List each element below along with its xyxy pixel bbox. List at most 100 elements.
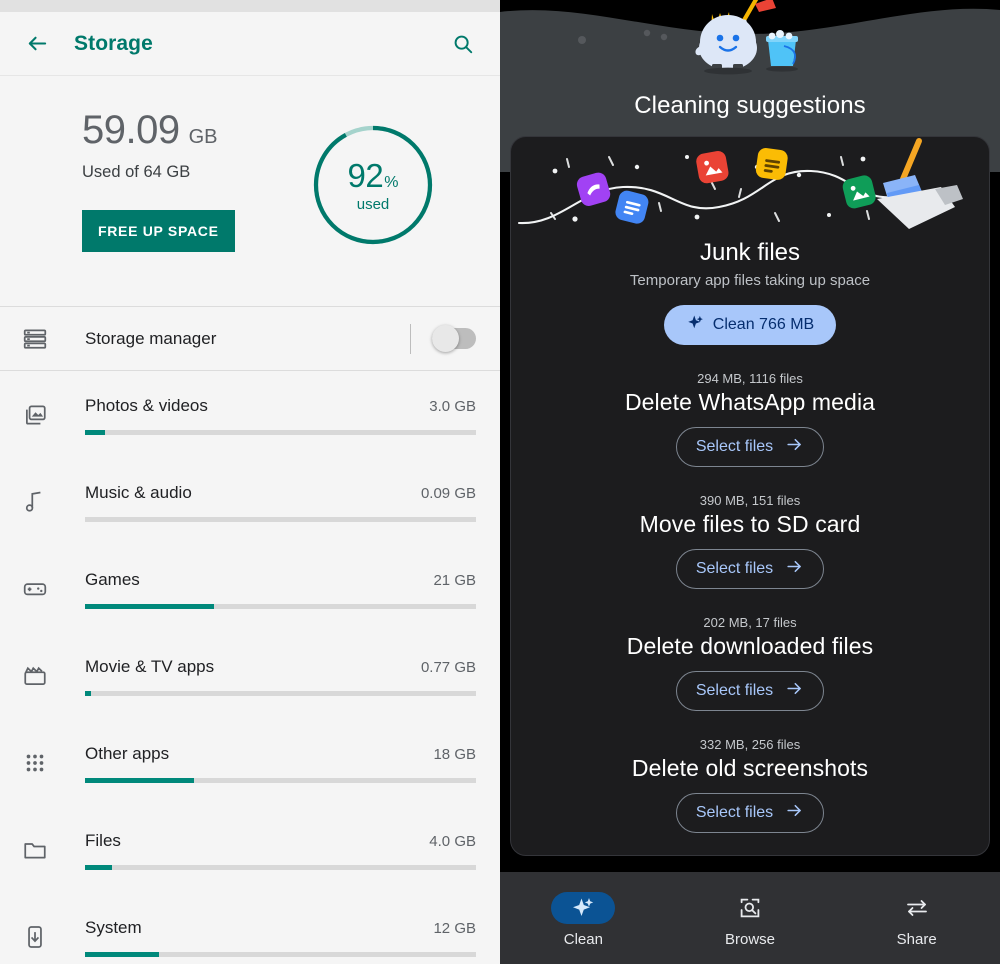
select-files-button[interactable]: Select files <box>676 793 824 833</box>
category-usage-bar <box>85 865 476 870</box>
category-usage-bar <box>85 778 476 783</box>
category-usage-bar <box>85 691 476 696</box>
donut-center-label: 92 % used <box>310 122 436 248</box>
category-name: Music & audio <box>85 483 192 502</box>
system-icon <box>18 924 66 950</box>
select-files-label: Select files <box>695 560 774 577</box>
nav-item-browse[interactable]: Browse <box>667 872 834 964</box>
suggestion-title: Move files to SD card <box>639 511 861 537</box>
row-divider <box>410 323 411 354</box>
search-icon[interactable] <box>444 25 482 63</box>
category-header: System 12 GB <box>85 918 476 938</box>
suggestion-title: Delete downloaded files <box>626 633 874 659</box>
category-size: 4.0 GB <box>429 833 476 850</box>
status-bar <box>0 0 500 12</box>
junk-files-card: Junk files Temporary app files taking up… <box>510 136 990 856</box>
apps-icon <box>18 750 66 776</box>
category-size: 18 GB <box>433 746 476 763</box>
nav-item-clean[interactable]: Clean <box>500 872 667 964</box>
storage-category-row[interactable]: System 12 GB <box>0 893 500 964</box>
storage-manager-row[interactable]: Storage manager <box>0 307 500 371</box>
category-name: Other apps <box>85 744 170 763</box>
sweeping-files-illustration <box>511 137 989 237</box>
arrow-right-icon <box>785 557 804 581</box>
arrow-right-icon <box>785 801 804 825</box>
arrow-right-icon <box>785 679 804 703</box>
suggestions-scroll-area[interactable]: Junk files Temporary app files taking up… <box>500 0 1000 872</box>
games-icon <box>18 576 66 602</box>
junk-files-title: Junk files <box>699 239 801 266</box>
storage-category-row[interactable]: Photos & videos 3.0 GB <box>0 371 500 458</box>
storage-category-row[interactable]: Games 21 GB <box>0 545 500 632</box>
folder-icon <box>18 837 66 863</box>
page-title: Storage <box>74 31 153 55</box>
music-icon <box>18 489 66 515</box>
category-usage-bar <box>85 604 476 609</box>
category-body: Files 4.0 GB <box>85 829 476 870</box>
category-name: Games <box>85 570 140 589</box>
donut-percent-line: 92 % <box>348 159 399 192</box>
storage-category-row[interactable]: Other apps 18 GB <box>0 719 500 806</box>
storage-category-row[interactable]: Music & audio 0.09 GB <box>0 458 500 545</box>
select-files-button[interactable]: Select files <box>676 427 824 467</box>
clean-button-label: Clean 766 MB <box>712 316 815 333</box>
suggestion-meta: 390 MB, 151 files <box>699 493 801 508</box>
category-size: 0.09 GB <box>420 485 476 502</box>
storage-settings-panel: Storage 59.09 GB Used of 64 GB FREE UP S… <box>0 0 500 964</box>
category-size: 12 GB <box>433 920 476 937</box>
bottom-navigation: Clean Browse Share <box>500 872 1000 964</box>
toggle-knob <box>432 325 459 352</box>
category-name: Files <box>85 831 121 850</box>
category-size: 3.0 GB <box>429 398 476 415</box>
category-header: Games 21 GB <box>85 570 476 590</box>
category-usage-bar <box>85 952 476 957</box>
category-usage-fill <box>85 691 91 696</box>
cleaning-suggestion: 390 MB, 151 files Move files to SD card Se… <box>511 493 989 589</box>
used-of-total: Used of 64 GB <box>82 163 191 181</box>
category-header: Files 4.0 GB <box>85 831 476 851</box>
donut-percent-symbol: % <box>384 174 399 191</box>
arrow-right-icon <box>785 435 804 459</box>
category-body: Music & audio 0.09 GB <box>85 481 476 522</box>
category-size: 0.77 GB <box>420 659 476 676</box>
category-usage-bar <box>85 517 476 522</box>
suggestion-meta: 332 MB, 256 files <box>699 737 801 752</box>
summary-text-block: 59.09 GB Used of 64 GB FREE UP SPACE <box>82 110 310 252</box>
category-name: Photos & videos <box>85 396 208 415</box>
share-arrows-icon <box>885 892 949 924</box>
suggestion-meta: 202 MB, 17 files <box>703 615 797 630</box>
donut-used-label: used <box>356 196 390 213</box>
cleaning-suggestion: 332 MB, 256 files Delete old screenshots S… <box>511 737 989 833</box>
category-header: Photos & videos 3.0 GB <box>85 396 476 416</box>
select-files-button[interactable]: Select files <box>676 671 824 711</box>
storage-manager-toggle[interactable] <box>432 325 476 352</box>
storage-manager-label: Storage manager <box>85 328 217 348</box>
category-body: Movie & TV apps 0.77 GB <box>85 655 476 696</box>
category-usage-fill <box>85 604 215 609</box>
category-body: Other apps 18 GB <box>85 742 476 783</box>
category-usage-fill <box>85 952 160 957</box>
category-header: Music & audio 0.09 GB <box>85 483 476 503</box>
storage-category-row[interactable]: Movie & TV apps 0.77 GB <box>0 632 500 719</box>
back-button[interactable] <box>18 25 56 63</box>
sparkle-icon <box>686 314 704 337</box>
nav-item-label: Share <box>896 931 937 948</box>
storage-category-row[interactable]: Files 4.0 GB <box>0 806 500 893</box>
nav-item-label: Browse <box>724 931 776 948</box>
category-usage-fill <box>85 430 105 435</box>
files-clean-panel: Cleaning suggestions Junk files Temporar… <box>500 0 1000 964</box>
sparkle-icon <box>551 892 616 924</box>
donut-percent-value: 92 <box>347 157 384 194</box>
used-amount-unit: GB <box>188 126 218 148</box>
category-header: Other apps 18 GB <box>85 744 476 764</box>
free-up-space-button[interactable]: FREE UP SPACE <box>82 210 235 252</box>
storage-donut-chart: 92 % used <box>310 122 436 248</box>
clean-junk-button[interactable]: Clean 766 MB <box>664 305 836 345</box>
category-name: Movie & TV apps <box>85 657 215 676</box>
select-files-button[interactable]: Select files <box>676 549 824 589</box>
photos-icon <box>18 402 66 428</box>
nav-item-share[interactable]: Share <box>833 872 1000 964</box>
category-usage-fill <box>85 865 113 870</box>
category-body: Photos & videos 3.0 GB <box>85 394 476 435</box>
screen-root: Storage 59.09 GB Used of 64 GB FREE UP S… <box>0 0 1000 964</box>
